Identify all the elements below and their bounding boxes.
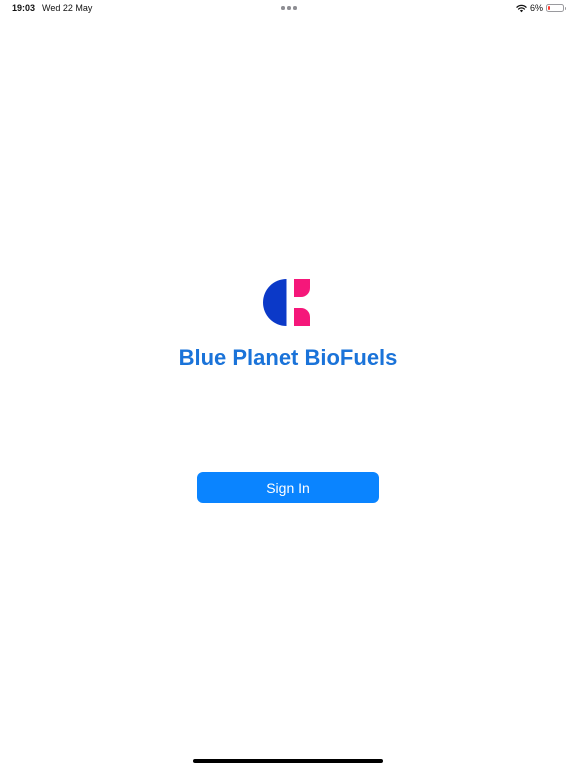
status-date: Wed 22 May bbox=[42, 3, 93, 13]
wifi-icon bbox=[516, 4, 527, 12]
multitasking-dots-icon[interactable] bbox=[281, 6, 297, 10]
launch-screen: 19:03 Wed 22 May 6% Blue Planet BioFuels… bbox=[0, 0, 576, 768]
battery-icon bbox=[546, 4, 566, 12]
sign-in-button[interactable]: Sign In bbox=[197, 472, 379, 503]
status-indicators: 6% bbox=[516, 2, 566, 14]
app-title: Blue Planet BioFuels bbox=[178, 345, 398, 370]
home-indicator[interactable] bbox=[193, 759, 383, 763]
status-bar: 19:03 Wed 22 May 6% bbox=[0, 0, 576, 18]
status-time: 19:03 bbox=[12, 3, 36, 13]
battery-percentage: 6% bbox=[529, 3, 543, 13]
battery-level bbox=[548, 6, 550, 10]
blue-planet-logo-icon bbox=[263, 279, 310, 326]
